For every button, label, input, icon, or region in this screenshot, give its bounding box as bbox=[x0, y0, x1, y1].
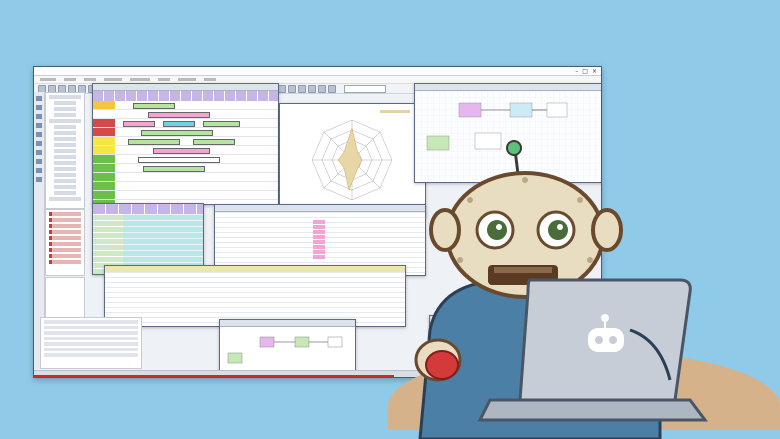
gantt-row[interactable] bbox=[93, 182, 278, 191]
menu-item[interactable] bbox=[178, 78, 196, 81]
tree-item[interactable] bbox=[49, 94, 81, 99]
robot-mascot-illustration bbox=[414, 140, 708, 439]
toolbar-button[interactable] bbox=[278, 84, 286, 93]
list-item[interactable] bbox=[49, 260, 81, 264]
list-item[interactable] bbox=[49, 218, 81, 222]
list-item[interactable] bbox=[49, 224, 81, 228]
timeline-header bbox=[93, 91, 278, 101]
tree-item[interactable] bbox=[54, 136, 76, 141]
toolbar-button[interactable] bbox=[288, 84, 296, 93]
detail-row bbox=[44, 331, 138, 335]
gantt-row[interactable] bbox=[93, 110, 278, 119]
toolbar-button[interactable] bbox=[298, 84, 306, 93]
detail-row bbox=[44, 336, 138, 340]
list-item[interactable] bbox=[49, 254, 81, 258]
overview-panel bbox=[45, 277, 85, 319]
detail-row bbox=[44, 325, 138, 329]
gantt-row[interactable] bbox=[93, 191, 278, 200]
tool-icon[interactable] bbox=[36, 96, 42, 101]
menu-item[interactable] bbox=[204, 78, 216, 81]
list-item[interactable] bbox=[49, 236, 81, 240]
menu-item[interactable] bbox=[104, 78, 122, 81]
process-flow-window bbox=[219, 319, 356, 373]
window-title bbox=[415, 84, 601, 91]
menu-item[interactable] bbox=[130, 78, 150, 81]
gantt-row[interactable] bbox=[93, 173, 278, 182]
tool-icon[interactable] bbox=[36, 177, 42, 182]
tree-item[interactable] bbox=[54, 124, 76, 129]
toolbar-button[interactable] bbox=[328, 84, 336, 93]
process-flow bbox=[227, 336, 343, 364]
tree-item[interactable] bbox=[54, 184, 76, 189]
style-select[interactable] bbox=[344, 84, 386, 93]
gantt-row[interactable] bbox=[93, 119, 278, 128]
project-tree-panel bbox=[45, 92, 85, 209]
list-item[interactable] bbox=[49, 230, 81, 234]
tool-icon[interactable] bbox=[36, 132, 42, 137]
window-title bbox=[93, 84, 278, 91]
tree-item[interactable] bbox=[54, 148, 76, 153]
toolbar-button[interactable] bbox=[308, 84, 316, 93]
tool-icon[interactable] bbox=[36, 123, 42, 128]
maximize-icon[interactable]: □ bbox=[582, 68, 588, 75]
gantt-row[interactable] bbox=[93, 155, 278, 164]
checklist-panel bbox=[45, 209, 85, 276]
gantt-row[interactable] bbox=[93, 101, 278, 110]
menu-item[interactable] bbox=[84, 78, 96, 81]
tree-item[interactable] bbox=[54, 172, 76, 177]
tool-icon[interactable] bbox=[36, 150, 42, 155]
list-item[interactable] bbox=[49, 248, 81, 252]
tool-icon[interactable] bbox=[36, 168, 42, 173]
tool-icon[interactable] bbox=[36, 105, 42, 110]
minimize-icon[interactable]: – bbox=[575, 68, 578, 75]
gantt-row[interactable] bbox=[93, 128, 278, 137]
tool-icon[interactable] bbox=[36, 141, 42, 146]
detail-row bbox=[44, 320, 138, 324]
toolbar-button[interactable] bbox=[318, 84, 326, 93]
tree-item[interactable] bbox=[54, 112, 76, 117]
progress-line bbox=[34, 375, 394, 377]
tree-item[interactable] bbox=[54, 166, 76, 171]
tree-item[interactable] bbox=[54, 160, 76, 165]
detail-row bbox=[44, 347, 138, 351]
tree-item[interactable] bbox=[54, 106, 76, 111]
grid-header bbox=[93, 204, 203, 214]
tree-item[interactable] bbox=[54, 100, 76, 105]
illustration-scene: – □ × bbox=[0, 0, 780, 439]
tree-item[interactable] bbox=[54, 178, 76, 183]
tool-icon[interactable] bbox=[36, 114, 42, 119]
gantt-row[interactable] bbox=[93, 146, 278, 155]
details-panel bbox=[40, 317, 142, 369]
menu-item[interactable] bbox=[40, 78, 56, 81]
tree-item[interactable] bbox=[54, 190, 76, 195]
window-controls: – □ × bbox=[575, 68, 601, 75]
tree-item[interactable] bbox=[54, 142, 76, 147]
gantt-row[interactable] bbox=[93, 137, 278, 146]
close-icon[interactable]: × bbox=[592, 68, 597, 75]
tree-item[interactable] bbox=[49, 118, 81, 123]
gantt-row[interactable] bbox=[93, 164, 278, 173]
menu-item[interactable] bbox=[64, 78, 76, 81]
app-titlebar: – □ × bbox=[34, 67, 601, 76]
tree-item[interactable] bbox=[49, 196, 81, 201]
tree-item[interactable] bbox=[54, 130, 76, 135]
gantt-window bbox=[92, 83, 279, 205]
list-item[interactable] bbox=[49, 212, 81, 216]
tree-item[interactable] bbox=[54, 154, 76, 159]
detail-row bbox=[44, 342, 138, 346]
window-title bbox=[220, 320, 355, 327]
list-item[interactable] bbox=[49, 242, 81, 246]
menu-item[interactable] bbox=[158, 78, 170, 81]
tool-icon[interactable] bbox=[36, 159, 42, 164]
detail-row bbox=[44, 353, 138, 357]
